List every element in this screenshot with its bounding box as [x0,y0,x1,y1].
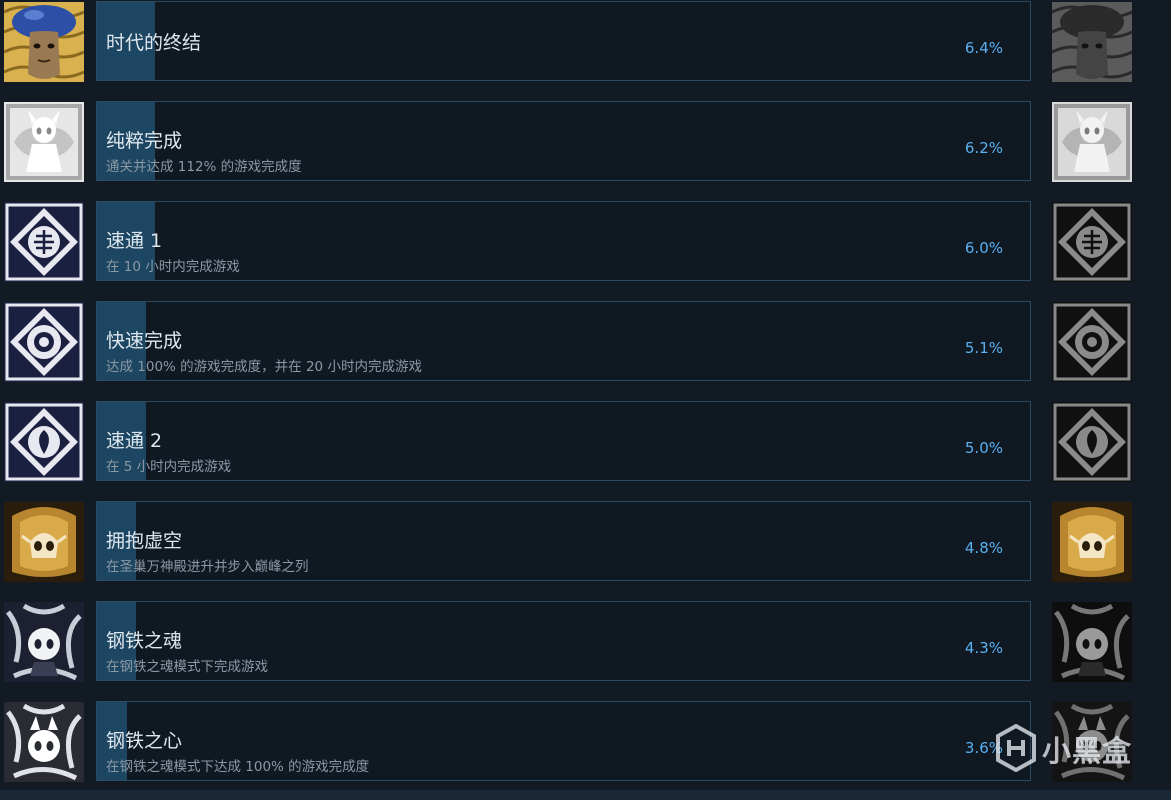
achievement-description: 在 5 小时内完成游戏 [106,459,232,475]
achievement-list: 时代的终结 6.4% 纯粹完成 通关并达成 112% 的游戏完成度 6.2% 速… [0,0,1171,790]
heybox-logo-icon [995,723,1037,773]
speedrun-leaf-icon [4,402,84,482]
achievement-row: 纯粹完成 通关并达成 112% 的游戏完成度 6.2% [0,100,1171,200]
achievement-card[interactable]: 快速完成 达成 100% 的游戏完成度，并在 20 小时内完成游戏 5.1% [96,301,1031,381]
heybox-watermark: 小黑盒 [995,722,1145,774]
steel-soul-icon [4,602,84,682]
achievement-title: 拥抱虚空 [106,530,183,552]
mushroom-elder-gray-icon [1052,2,1132,82]
achievement-title: 钢铁之心 [106,730,183,752]
achievement-description: 达成 100% 的游戏完成度，并在 20 小时内完成游戏 [106,359,422,375]
achievement-row: 拥抱虚空 在圣巢万神殿进升并步入巅峰之列 4.8% [0,500,1171,600]
achievement-card[interactable]: 钢铁之心 在钢铁之魂模式下达成 100% 的游戏完成度 3.6% [96,701,1031,781]
achievement-description: 在圣巢万神殿进升并步入巅峰之列 [106,559,309,575]
achievement-card[interactable]: 速通 2 在 5 小时内完成游戏 5.0% [96,401,1031,481]
unlock-percent: 5.1% [964,339,1003,357]
speedrun-crest-gray-icon [1052,202,1132,282]
achievement-card[interactable]: 纯粹完成 通关并达成 112% 的游戏完成度 6.2% [96,101,1031,181]
achievement-title: 钢铁之魂 [106,630,183,652]
unlock-percent: 5.0% [964,439,1003,457]
achievement-row: 快速完成 达成 100% 的游戏完成度，并在 20 小时内完成游戏 5.1% [0,300,1171,400]
speedrun-leaf-gray-icon [1052,402,1132,482]
steel-soul-gray-icon [1052,602,1132,682]
unlock-percent: 4.8% [964,539,1003,557]
achievement-row: 钢铁之魂 在钢铁之魂模式下完成游戏 4.3% [0,600,1171,700]
achievement-description: 通关并达成 112% 的游戏完成度 [106,159,302,175]
golden-skull-gray-icon [1052,502,1132,582]
mushroom-elder-icon [4,2,84,82]
unlock-percent: 4.3% [964,639,1003,657]
achievement-row: 速通 2 在 5 小时内完成游戏 5.0% [0,400,1171,500]
unlock-percent: 6.0% [964,239,1003,257]
white-knight-gray-icon [1052,102,1132,182]
achievement-title: 速通 1 [106,230,163,252]
achievement-title: 快速完成 [106,330,183,352]
speed-completion-icon [4,302,84,382]
achievement-card[interactable]: 速通 1 在 10 小时内完成游戏 6.0% [96,201,1031,281]
watermark-text: 小黑盒 [1042,734,1133,768]
steel-heart-icon [4,702,84,782]
achievement-row: 时代的终结 6.4% [0,0,1171,100]
achievement-card[interactable]: 拥抱虚空 在圣巢万神殿进升并步入巅峰之列 4.8% [96,501,1031,581]
white-knight-icon [4,102,84,182]
unlock-percent: 6.2% [964,139,1003,157]
achievement-description: 在钢铁之魂模式下达成 100% 的游戏完成度 [106,759,370,775]
speed-completion-gray-icon [1052,302,1132,382]
achievement-title: 纯粹完成 [106,130,183,152]
unlock-percent: 6.4% [964,39,1003,57]
golden-skull-icon [4,502,84,582]
achievement-description: 在钢铁之魂模式下完成游戏 [106,659,268,675]
achievement-card[interactable]: 钢铁之魂 在钢铁之魂模式下完成游戏 4.3% [96,601,1031,681]
speedrun-crest-icon [4,202,84,282]
achievement-row: 速通 1 在 10 小时内完成游戏 6.0% [0,200,1171,300]
achievement-title: 速通 2 [106,430,163,452]
achievement-description: 在 10 小时内完成游戏 [106,259,240,275]
achievement-title: 时代的终结 [106,32,202,54]
achievement-card[interactable]: 时代的终结 6.4% [96,1,1031,81]
